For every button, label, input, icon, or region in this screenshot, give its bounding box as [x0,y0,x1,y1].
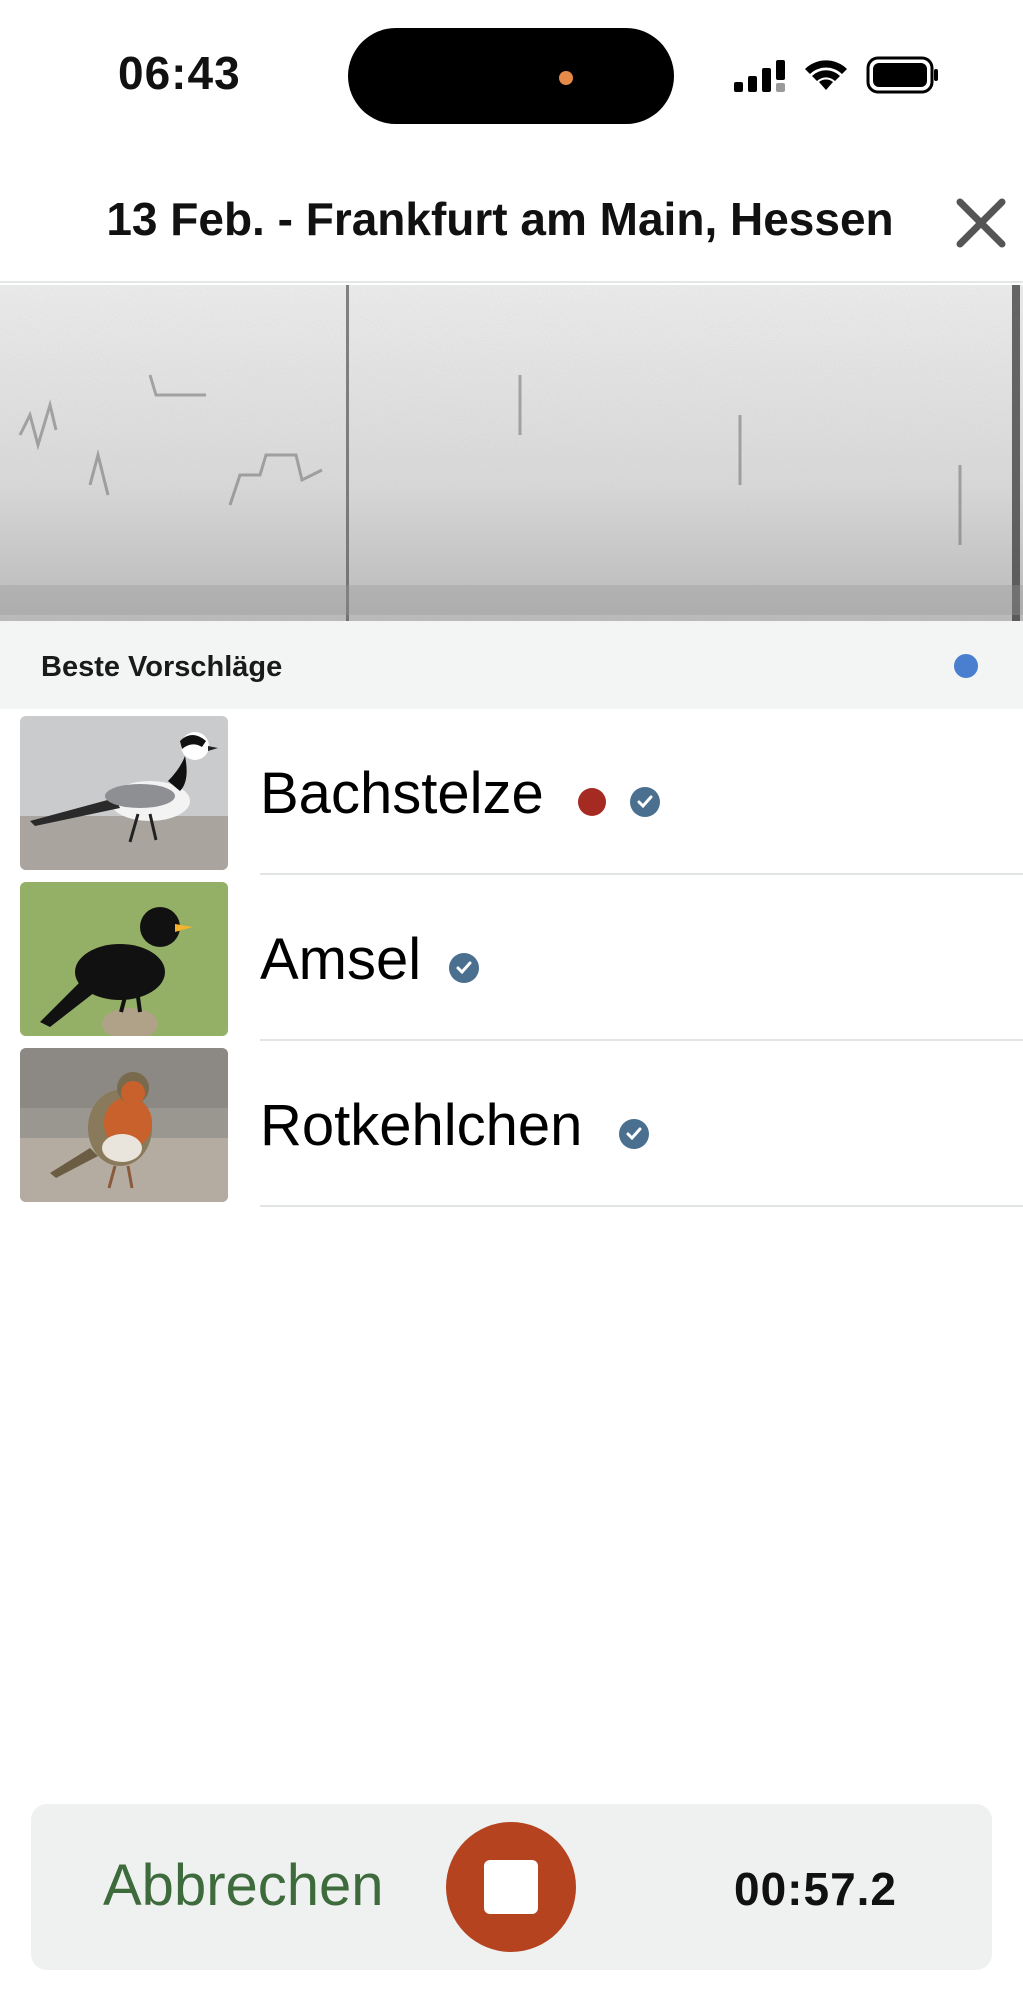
species-badges [578,787,660,817]
recording-timer: 00:57.2 [734,1863,898,1915]
dynamic-island [348,28,674,124]
cancel-button[interactable]: Abbrechen [103,1852,384,1919]
species-row-bachstelze[interactable]: Bachstelze [0,709,1023,875]
alert-dot [578,788,606,816]
row-divider [260,1205,1023,1207]
amsel-photo [20,882,228,1036]
verified-check-icon [630,787,660,817]
species-badges [449,953,479,983]
header-divider [0,281,1023,283]
suggestions-indicator [954,654,978,678]
status-time: 06:43 [118,47,241,99]
stop-icon [484,1860,538,1914]
status-icons [734,56,938,94]
verified-check-icon [449,953,479,983]
suggestions-label: Beste Vorschläge [41,651,283,683]
stop-recording-button[interactable] [446,1822,576,1952]
rotkehlchen-photo [20,1048,228,1202]
page-title: 13 Feb. - Frankfurt am Main, Hessen [106,193,894,245]
spectrogram [0,285,1023,621]
privacy-indicator [559,71,573,85]
wifi-icon [805,60,847,90]
close-icon[interactable] [954,196,1008,250]
species-row-rotkehlchen[interactable]: Rotkehlchen [0,1041,1023,1207]
verified-check-icon [619,1119,649,1149]
species-name: Bachstelze [260,761,544,826]
species-badges [619,1119,649,1149]
bachstelze-photo [20,716,228,870]
species-row-amsel[interactable]: Amsel [0,875,1023,1041]
battery-icon [866,56,938,94]
species-name: Rotkehlchen [260,1093,583,1158]
signal-icon [734,60,785,92]
species-name: Amsel [260,927,422,992]
